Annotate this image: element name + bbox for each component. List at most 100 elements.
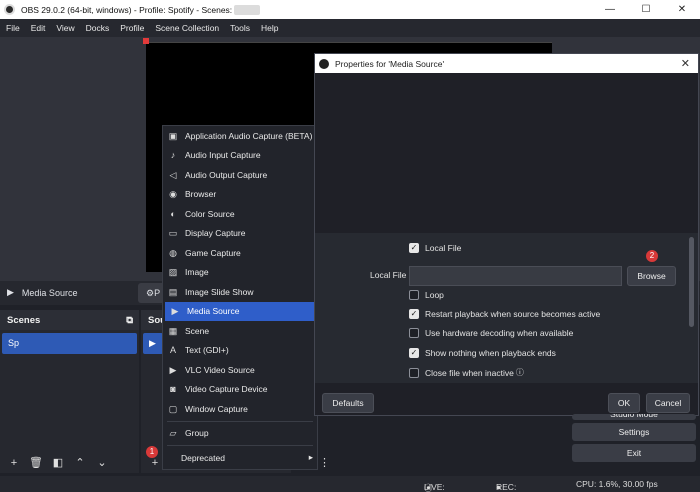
- gamepad-icon: ◍: [169, 247, 177, 258]
- menu-profile[interactable]: Profile: [114, 23, 149, 33]
- menu-item-group[interactable]: ▱ Group: [163, 424, 317, 444]
- window-icon: ▢: [168, 403, 178, 414]
- help-icon[interactable]: ⓘ: [516, 367, 524, 378]
- globe-icon: ◉: [169, 189, 177, 200]
- speaker-icon: ◁: [169, 169, 177, 180]
- menu-item-image-slide-show[interactable]: ▤ Image Slide Show: [163, 282, 317, 302]
- dialog-titlebar: Properties for 'Media Source': [315, 54, 698, 73]
- scrollbar[interactable]: [689, 237, 694, 327]
- scene-item[interactable]: Sp: [2, 333, 137, 354]
- exit-button[interactable]: Exit: [572, 444, 696, 462]
- menu-item-display-capture[interactable]: ▭ Display Capture: [163, 224, 317, 244]
- badge-step-1: 1: [146, 446, 158, 458]
- obs-logo-icon: [319, 58, 329, 69]
- window-titlebar: OBS 29.0.2 (64-bit, windows) - Profile: …: [0, 0, 700, 19]
- controls-dock: Studio Mode Settings Exit: [570, 414, 700, 465]
- settings-button[interactable]: Settings: [572, 423, 696, 441]
- scenes-dock-header: Scenes ⧉: [0, 310, 139, 330]
- scenes-dock: Scenes ⧉ Sp + 🗑 ◧ ⌃ ⌄: [0, 310, 139, 473]
- checkbox-checked-icon[interactable]: ✓: [409, 309, 419, 319]
- menu-item-game-capture[interactable]: ◍ Game Capture: [163, 243, 317, 263]
- menu-item-video-capture[interactable]: ◙ Video Capture Device: [163, 380, 317, 400]
- menu-item-media-source[interactable]: ▶ Media Source: [165, 301, 315, 321]
- checkbox-icon[interactable]: [409, 328, 419, 338]
- menu-item-window-capture[interactable]: ▢ Window Capture: [163, 399, 317, 419]
- menu-separator: [167, 445, 313, 446]
- close-file-checkbox-row[interactable]: Close file when inactive ⓘ: [409, 367, 524, 378]
- menu-scene-collection[interactable]: Scene Collection: [149, 23, 224, 33]
- studio-mode-button[interactable]: Studio Mode: [572, 414, 696, 420]
- move-down-button[interactable]: ⌄: [93, 454, 111, 472]
- play-icon: ▶: [171, 306, 179, 317]
- menu-item-browser[interactable]: ◉ Browser: [163, 185, 317, 205]
- properties-dialog: Properties for 'Media Source' ✕ ✓ Local …: [314, 53, 699, 416]
- play-icon: ▶: [169, 364, 177, 375]
- menu-item-text[interactable]: A Text (GDI+): [163, 341, 317, 361]
- move-up-button[interactable]: ⌃: [71, 454, 89, 472]
- selected-source-label: Media Source: [21, 287, 78, 298]
- menu-item-audio-input[interactable]: ♪ Audio Input Capture: [163, 146, 317, 166]
- badge-step-2: 2: [646, 250, 658, 262]
- hardware-decoding-checkbox-row[interactable]: Use hardware decoding when available: [409, 328, 573, 338]
- maximize-button[interactable]: ☐: [628, 0, 664, 19]
- menu-help[interactable]: Help: [255, 23, 283, 33]
- checkbox-icon[interactable]: [409, 290, 419, 300]
- add-scene-button[interactable]: +: [5, 454, 23, 472]
- app-audio-icon: ▣: [168, 130, 178, 141]
- dialog-form: ✓ Local File Local File Browse 2 Loop ✓ …: [315, 233, 698, 383]
- local-file-checkbox-row[interactable]: ✓ Local File: [409, 243, 461, 253]
- filters-icon[interactable]: ◧: [49, 454, 67, 472]
- more-options-icon[interactable]: ⋮: [319, 456, 330, 469]
- menu-edit[interactable]: Edit: [25, 23, 51, 33]
- local-file-label: Local File: [370, 270, 407, 280]
- menu-item-audio-output[interactable]: ◁ Audio Output Capture: [163, 165, 317, 185]
- show-nothing-checkbox-row[interactable]: ✓ Show nothing when playback ends: [409, 348, 556, 358]
- menu-item-deprecated[interactable]: Deprecated ▸: [163, 448, 317, 468]
- menu-item-scene[interactable]: ▦ Scene: [163, 321, 317, 341]
- cancel-button[interactable]: Cancel: [646, 393, 690, 413]
- trash-icon[interactable]: 🗑: [27, 454, 45, 472]
- checkbox-icon[interactable]: [409, 367, 419, 378]
- restart-playback-checkbox-row[interactable]: ✓ Restart playback when source becomes a…: [409, 309, 600, 319]
- cpu-status: CPU: 1.6%, 30.00 fps: [576, 479, 658, 489]
- obs-logo-icon: [4, 4, 15, 15]
- defaults-button[interactable]: Defaults: [322, 393, 374, 413]
- local-file-path-input[interactable]: [409, 266, 622, 286]
- menu-item-color-source[interactable]: ◐ Color Source: [163, 204, 317, 224]
- menu-separator: [167, 420, 313, 422]
- dialog-title: Properties for 'Media Source': [335, 58, 445, 69]
- source-item[interactable]: ▶: [143, 333, 163, 354]
- close-window-button[interactable]: ✕: [664, 0, 700, 19]
- monitor-icon: ▭: [168, 228, 178, 239]
- menu-tools[interactable]: Tools: [224, 23, 255, 33]
- gear-icon: ⚙: [146, 288, 155, 298]
- browse-button[interactable]: Browse: [627, 266, 676, 286]
- color-icon: ◐: [170, 208, 176, 219]
- menu-docks[interactable]: Docks: [80, 23, 115, 33]
- scenes-dock-title: Scenes: [7, 314, 41, 326]
- menu-item-image[interactable]: ▨ Image: [163, 263, 317, 283]
- checkbox-checked-icon[interactable]: ✓: [409, 243, 419, 253]
- transform-handle[interactable]: [143, 38, 149, 44]
- close-icon[interactable]: ✕: [681, 57, 690, 70]
- redacted-scene-name: [234, 4, 261, 15]
- play-icon[interactable]: ▶: [7, 287, 14, 298]
- scene-icon: ▦: [168, 325, 178, 336]
- image-icon: ▨: [168, 267, 178, 278]
- minimize-button[interactable]: —: [592, 0, 628, 19]
- folder-icon: ▱: [169, 428, 177, 439]
- chevron-right-icon: ▸: [308, 452, 313, 463]
- menu-file[interactable]: File: [0, 23, 25, 33]
- undock-icon[interactable]: ⧉: [126, 315, 133, 326]
- ok-button[interactable]: OK: [608, 393, 640, 413]
- slideshow-icon: ▤: [168, 286, 178, 297]
- window-title: OBS 29.0.2 (64-bit, windows) - Profile: …: [21, 4, 233, 15]
- mic-icon: ♪: [170, 150, 176, 161]
- menu-item-app-audio[interactable]: ▣ Application Audio Capture (BETA): [163, 126, 317, 146]
- status-bar: ⦿LIVE: 00:00:00 ●REC: 00:00:00 CPU: 1.6%…: [0, 476, 700, 492]
- menu-item-vlc-video[interactable]: ▶ VLC Video Source: [163, 360, 317, 380]
- checkbox-checked-icon[interactable]: ✓: [409, 348, 419, 358]
- loop-checkbox-row[interactable]: Loop: [409, 290, 444, 300]
- menu-bar: File Edit View Docks Profile Scene Colle…: [0, 19, 700, 37]
- menu-view[interactable]: View: [50, 23, 79, 33]
